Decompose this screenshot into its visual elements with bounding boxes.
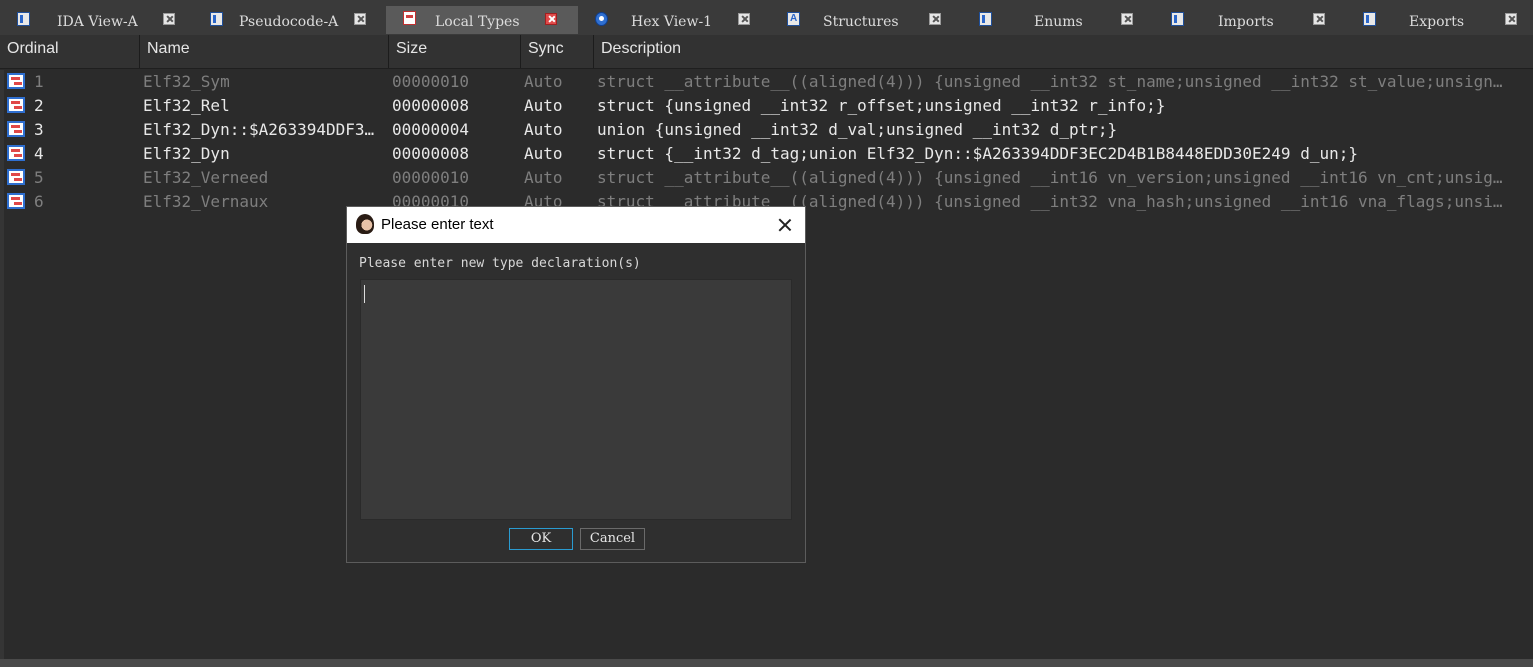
table-row[interactable]: 2 Elf32_Rel 00000008 Auto struct {unsign… — [0, 94, 1533, 118]
column-header-description[interactable]: Description — [594, 35, 1533, 68]
close-icon[interactable] — [1505, 13, 1517, 25]
tab-label: Imports — [1218, 14, 1274, 30]
cell-ordinal: 1 — [34, 72, 44, 91]
tab-structures[interactable]: Structures — [770, 7, 962, 35]
local-type-icon — [7, 145, 25, 161]
tab-label: Exports — [1409, 14, 1465, 30]
cell-ordinal: 3 — [34, 120, 44, 139]
tab-label: Hex View-1 — [631, 14, 713, 30]
tab-label: Structures — [823, 14, 899, 30]
close-icon[interactable] — [775, 215, 795, 235]
tab-local-types[interactable]: Local Types — [386, 6, 578, 34]
cell-sync: Auto — [524, 96, 563, 115]
ida-view-icon — [17, 12, 30, 26]
cell-description: struct __attribute__((aligned(4))) {unsi… — [597, 72, 1503, 91]
close-icon[interactable] — [1313, 13, 1325, 25]
table-row[interactable]: 3 Elf32_Dyn::$A263394DDF3… 00000004 Auto… — [0, 118, 1533, 142]
cell-ordinal: 2 — [34, 96, 44, 115]
dialog-title: Please enter text — [381, 216, 494, 233]
local-type-icon — [7, 121, 25, 137]
structures-icon — [787, 12, 800, 26]
dialog-prompt: Please enter new type declaration(s) — [359, 256, 641, 271]
cell-name: Elf32_Dyn::$A263394DDF3… — [143, 120, 375, 139]
local-type-icon — [7, 193, 25, 209]
cell-name: Elf32_Dyn — [143, 144, 230, 163]
tab-label: Enums — [1034, 14, 1083, 30]
cell-sync: Auto — [524, 144, 563, 163]
cell-ordinal: 5 — [34, 168, 44, 187]
cell-ordinal: 4 — [34, 144, 44, 163]
close-icon[interactable] — [354, 13, 366, 25]
local-types-icon — [403, 11, 416, 25]
imports-icon — [1171, 12, 1184, 26]
cell-size: 00000010 — [392, 168, 470, 187]
close-icon[interactable] — [163, 13, 175, 25]
ok-button[interactable]: OK — [509, 528, 573, 550]
local-type-icon — [7, 73, 25, 89]
enums-icon — [979, 12, 992, 26]
cell-size: 00000004 — [392, 120, 470, 139]
cell-name: Elf32_Sym — [143, 72, 230, 91]
horizontal-scrollbar[interactable] — [0, 659, 1533, 667]
cell-size: 00000008 — [392, 96, 470, 115]
cell-ordinal: 6 — [34, 192, 44, 211]
tab-hex-view-1[interactable]: Hex View-1 — [578, 7, 770, 35]
hex-view-icon — [595, 12, 608, 26]
cell-name: Elf32_Rel — [143, 96, 230, 115]
tab-exports[interactable]: Exports — [1346, 7, 1533, 35]
local-type-icon — [7, 169, 25, 185]
cell-sync: Auto — [524, 72, 563, 91]
dialog-title-bar[interactable]: Please enter text — [347, 207, 805, 243]
pseudocode-icon — [210, 12, 223, 26]
close-icon[interactable] — [929, 13, 941, 25]
cell-sync: Auto — [524, 120, 563, 139]
column-header-ordinal[interactable]: Ordinal — [0, 35, 140, 68]
table-row[interactable]: 5 Elf32_Verneed 00000010 Auto struct __a… — [0, 166, 1533, 190]
column-header-name[interactable]: Name — [140, 35, 389, 68]
table-header: Ordinal Name Size Sync Description — [0, 35, 1533, 69]
tab-imports[interactable]: Imports — [1154, 7, 1346, 35]
cell-size: 00000008 — [392, 144, 470, 163]
tab-label: Local Types — [435, 14, 520, 30]
tab-label: IDA View-A — [57, 14, 138, 30]
cancel-button[interactable]: Cancel — [580, 528, 645, 550]
tab-ida-view-a[interactable]: IDA View-A — [0, 7, 193, 35]
enter-text-dialog: Please enter text Please enter new type … — [346, 206, 806, 563]
column-header-size[interactable]: Size — [389, 35, 521, 68]
local-type-icon — [7, 97, 25, 113]
cell-description: struct {__int32 d_tag;union Elf32_Dyn::$… — [597, 144, 1358, 163]
table-row[interactable]: 4 Elf32_Dyn 00000008 Auto struct {__int3… — [0, 142, 1533, 166]
close-icon[interactable] — [738, 13, 750, 25]
text-caret — [364, 285, 365, 303]
type-declaration-input[interactable] — [360, 279, 792, 520]
tab-bar: IDA View-A Pseudocode-A Local Types Hex … — [0, 0, 1533, 36]
cell-description: union {unsigned __int32 d_val;unsigned _… — [597, 120, 1118, 139]
app-avatar-icon — [356, 214, 374, 234]
exports-icon — [1363, 12, 1376, 26]
close-icon[interactable] — [545, 13, 557, 25]
table-row[interactable]: 1 Elf32_Sym 00000010 Auto struct __attri… — [0, 70, 1533, 94]
cell-sync: Auto — [524, 168, 563, 187]
cell-description: struct {unsigned __int32 r_offset;unsign… — [597, 96, 1166, 115]
cell-description: struct __attribute__((aligned(4))) {unsi… — [597, 168, 1503, 187]
tab-label: Pseudocode-A — [239, 14, 339, 30]
cell-name: Elf32_Verneed — [143, 168, 269, 187]
column-header-sync[interactable]: Sync — [521, 35, 594, 68]
tab-pseudocode-a[interactable]: Pseudocode-A — [193, 7, 386, 35]
tab-enums[interactable]: Enums — [962, 7, 1154, 35]
close-icon[interactable] — [1121, 13, 1133, 25]
cell-size: 00000010 — [392, 72, 470, 91]
